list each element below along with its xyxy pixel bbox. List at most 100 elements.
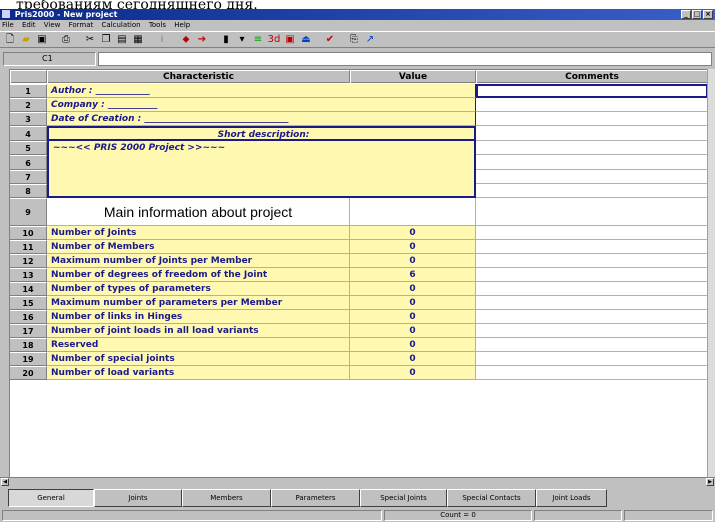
value-cell[interactable]: 0 [350,296,476,310]
vertical-scrollbar[interactable] [707,69,715,477]
value-cell[interactable]: 0 [350,324,476,338]
comment-cell[interactable] [476,226,707,240]
paste-icon[interactable]: ▤ [115,33,129,47]
tab-joints[interactable]: Joints [94,489,182,507]
row-number[interactable]: 16 [10,310,47,324]
value-cell[interactable]: 0 [350,254,476,268]
characteristic-cell[interactable]: Number of links in Hinges [47,310,350,324]
table-icon[interactable]: ▦ [131,33,145,47]
row-number[interactable]: 5 [10,141,47,155]
maximize-button[interactable]: □ [692,10,702,19]
menu-calculation[interactable]: Calculation [102,21,141,29]
comment-cell[interactable] [476,366,707,380]
save-icon[interactable]: ▣ [35,33,49,47]
row-number[interactable]: 14 [10,282,47,296]
help-icon[interactable]: ↗ [363,33,377,47]
row-number[interactable]: 8 [10,184,47,198]
check-icon[interactable]: ✔ [323,33,337,47]
row-number[interactable]: 15 [10,296,47,310]
characteristic-cell[interactable]: Date of Creation : _____________________… [47,112,476,126]
tab-members[interactable]: Members [182,489,271,507]
row-number[interactable]: 13 [10,268,47,282]
characteristic-cell[interactable]: Number of Members [47,240,350,254]
characteristic-cell[interactable]: Maximum number of parameters per Member [47,296,350,310]
characteristic-cell[interactable]: Number of Joints [47,226,350,240]
comment-cell[interactable] [476,254,707,268]
value-cell[interactable]: 0 [350,310,476,324]
row-number[interactable]: 19 [10,352,47,366]
characteristic-cell[interactable]: Main information about project [47,198,350,226]
characteristic-cell[interactable]: Number of types of parameters [47,282,350,296]
tab-joint-loads[interactable]: Joint Loads [536,489,607,507]
characteristic-cell[interactable] [47,155,476,170]
row-number[interactable]: 12 [10,254,47,268]
tab-general[interactable]: General [8,489,94,507]
menu-tools[interactable]: Tools [149,21,166,29]
row-number[interactable]: 3 [10,112,47,126]
value-cell[interactable]: 0 [350,366,476,380]
formula-input[interactable] [98,52,712,66]
characteristic-cell[interactable]: Number of joint loads in all load varian… [47,324,350,338]
copy-icon[interactable]: ❐ [99,33,113,47]
print-icon[interactable]: ⎙ [59,33,73,47]
characteristic-cell[interactable] [47,170,476,184]
minimize-button[interactable]: _ [681,10,691,19]
open-folder-icon[interactable]: ▰ [19,33,33,47]
column-header-comments[interactable]: Comments [476,70,707,83]
characteristic-cell[interactable]: Reserved [47,338,350,352]
characteristic-cell[interactable]: ~~~<< PRIS 2000 Project >>~~~ [47,141,476,155]
row-number[interactable]: 20 [10,366,47,380]
delete-row-icon[interactable]: ➔ [195,33,209,47]
value-cell[interactable]: 0 [350,226,476,240]
value-cell[interactable]: 0 [350,352,476,366]
menu-help[interactable]: Help [174,21,190,29]
dropdown-arrow-icon[interactable]: ▾ [235,33,249,47]
tab-parameters[interactable]: Parameters [271,489,360,507]
chart-icon[interactable]: ≡ [251,33,265,47]
menu-edit[interactable]: Edit [22,21,36,29]
calculator-icon[interactable]: ▣ [283,33,297,47]
comment-cell[interactable] [476,98,707,112]
characteristic-cell[interactable]: Number of load variants [47,366,350,380]
value-cell[interactable] [350,198,476,226]
column-icon[interactable]: ▮ [219,33,233,47]
menu-view[interactable]: View [44,21,61,29]
comment-cell[interactable] [476,296,707,310]
row-number[interactable]: 10 [10,226,47,240]
comment-cell[interactable] [476,170,707,184]
characteristic-cell[interactable]: Short description: [47,126,476,141]
comment-cell[interactable] [476,184,707,198]
characteristic-cell[interactable]: Number of degrees of freedom of the Join… [47,268,350,282]
characteristic-cell[interactable]: Author : ____________ [47,84,476,98]
corner-cell[interactable] [10,70,47,83]
tab-special-joints[interactable]: Special Joints [360,489,447,507]
comment-cell[interactable] [476,268,707,282]
scroll-left-arrow[interactable]: ◀ [1,478,9,486]
insert-row-icon[interactable]: ⬥ [179,33,193,47]
comment-cell[interactable] [476,352,707,366]
menu-file[interactable]: File [2,21,14,29]
value-cell[interactable]: 0 [350,338,476,352]
row-number[interactable]: 9 [10,198,47,226]
info-icon[interactable]: ⅰ [155,33,169,47]
characteristic-cell[interactable] [47,184,476,198]
value-cell[interactable]: 6 [350,268,476,282]
row-number[interactable]: 11 [10,240,47,254]
characteristic-cell[interactable]: Number of special joints [47,352,350,366]
spreadsheet-icon[interactable]: 3d [267,33,281,47]
row-number[interactable]: 18 [10,338,47,352]
row-number[interactable]: 4 [10,126,47,141]
column-header-value[interactable]: Value [350,70,476,83]
comment-cell[interactable] [476,338,707,352]
cell-reference[interactable]: C1 [3,52,96,66]
comment-cell[interactable] [476,84,707,98]
comment-cell[interactable] [476,240,707,254]
characteristic-cell[interactable]: Company : ___________ [47,98,476,112]
row-number[interactable]: 2 [10,98,47,112]
column-header-characteristic[interactable]: Characteristic [47,70,350,83]
horizontal-scrollbar[interactable]: ◀ ▶ [0,477,715,486]
comment-cell[interactable] [476,282,707,296]
scroll-right-arrow[interactable]: ▶ [706,478,714,486]
row-number[interactable]: 7 [10,170,47,184]
export-icon[interactable]: ⎘ [347,33,361,47]
